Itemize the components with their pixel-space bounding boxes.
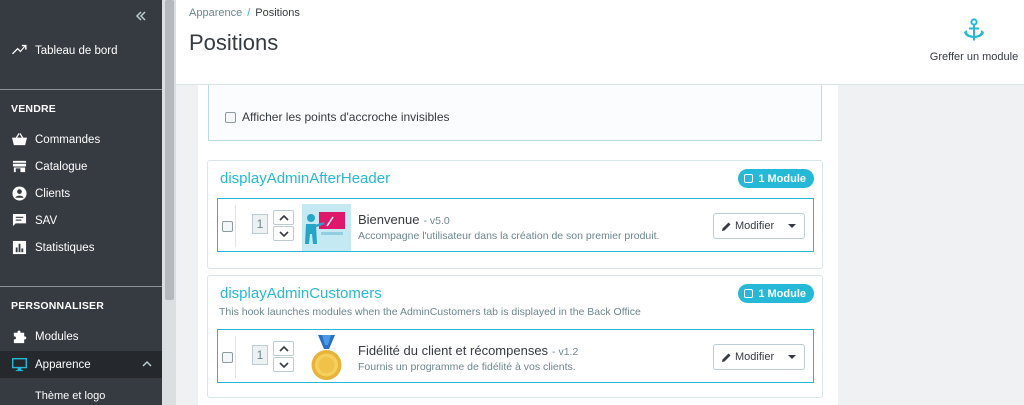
square-icon xyxy=(744,174,754,183)
basket-icon xyxy=(11,132,27,148)
position-number: 1 xyxy=(252,345,268,365)
invisible-hooks-panel: Afficher les points d'accroche invisible… xyxy=(208,85,822,141)
caret-down-icon[interactable] xyxy=(788,224,796,228)
store-icon xyxy=(11,159,27,175)
chevron-down-icon xyxy=(278,230,289,237)
sidebar-item-label: SAV xyxy=(35,214,58,227)
divider xyxy=(235,336,236,378)
user-circle-icon xyxy=(11,186,27,202)
puzzle-icon xyxy=(11,329,27,345)
section-title-customize: PERSONNALISER xyxy=(11,300,105,312)
sidebar: Tableau de bord VENDRE Commandes Catalog… xyxy=(0,0,162,405)
module-select-checkbox[interactable] xyxy=(222,221,233,232)
module-row: 1 Fidélité du client et récompenses - v1.… xyxy=(217,329,814,383)
hook-panel: displayAdminCustomers This hook launches… xyxy=(207,275,823,398)
module-count-badge: 1 Module xyxy=(738,169,814,188)
hook-description: This hook launches modules when the Admi… xyxy=(219,306,641,318)
trending-icon xyxy=(11,43,27,59)
breadcrumb-link[interactable]: Apparence xyxy=(189,7,242,19)
move-down-button[interactable] xyxy=(273,226,294,241)
right-background xyxy=(838,85,1024,405)
chevron-up-icon xyxy=(142,360,152,367)
sidebar-item-label: Statistiques xyxy=(35,241,95,254)
sidebar-subitem-theme[interactable]: Thème et logo xyxy=(35,390,105,402)
page-title: Positions xyxy=(189,30,279,55)
transplant-module-button[interactable]: Greffer un module xyxy=(928,18,1020,63)
module-select-checkbox[interactable] xyxy=(222,352,233,363)
pencil-icon xyxy=(722,353,731,362)
sidebar-item-catalog[interactable]: Catalogue xyxy=(0,153,162,180)
section-title-sell: VENDRE xyxy=(11,103,56,115)
hook-name: displayAdminAfterHeader xyxy=(220,170,391,187)
chevron-up-icon xyxy=(278,214,289,221)
module-version: - v1.2 xyxy=(552,346,579,358)
sidebar-item-label: Commandes xyxy=(35,133,101,146)
anchor-icon xyxy=(964,18,984,41)
divider xyxy=(235,205,236,247)
sidebar-item-modules[interactable]: Modules xyxy=(0,323,162,350)
collapse-sidebar-button[interactable] xyxy=(131,8,151,28)
module-version: - v5.0 xyxy=(423,215,450,227)
move-up-button[interactable] xyxy=(273,341,294,356)
sidebar-item-label: Modules xyxy=(35,330,79,343)
hook-panel: displayAdminAfterHeader 1 Module 1 Bienv… xyxy=(207,160,823,269)
chat-icon xyxy=(11,213,27,229)
breadcrumb-separator: / xyxy=(247,7,251,19)
square-icon xyxy=(744,289,754,298)
breadcrumb: Apparence / Positions xyxy=(189,7,300,19)
divider xyxy=(0,89,162,90)
chevron-up-icon xyxy=(278,345,289,352)
page-header: Apparence / Positions Positions Greffer un… xyxy=(176,0,1024,85)
double-chevron-left-icon xyxy=(135,11,146,21)
divider xyxy=(0,286,162,287)
show-invisible-hooks-checkbox[interactable] xyxy=(225,112,236,123)
sidebar-item-label: Apparence xyxy=(35,358,91,371)
module-name: Fidélité du client et récompenses - v1.2 xyxy=(358,343,579,358)
bar-chart-icon xyxy=(11,240,27,256)
sidebar-item-sav[interactable]: SAV xyxy=(0,207,162,234)
caret-down-icon[interactable] xyxy=(788,355,796,359)
show-invisible-hooks-label[interactable]: Afficher les points d'accroche invisible… xyxy=(242,110,450,124)
transplant-module-label: Greffer un module xyxy=(929,51,1019,63)
monitor-icon xyxy=(11,357,27,373)
sidebar-item-orders[interactable]: Commandes xyxy=(0,126,162,153)
module-count-badge: 1 Module xyxy=(738,284,814,303)
position-number: 1 xyxy=(252,214,268,234)
sidebar-item-customers[interactable]: Clients xyxy=(0,180,162,207)
sidebar-item-label: Catalogue xyxy=(35,160,88,173)
module-description: Fournis un programme de fidélité à vos c… xyxy=(358,361,576,373)
breadcrumb-current: Positions xyxy=(255,7,300,19)
modify-button[interactable]: Modifier xyxy=(713,344,805,370)
module-name: Bienvenue - v5.0 xyxy=(358,212,450,227)
scrollbar-thumb[interactable] xyxy=(165,0,174,300)
sidebar-item-label: Tableau de bord xyxy=(35,44,118,57)
pencil-icon xyxy=(722,222,731,231)
module-description: Accompagne l'utilisateur dans la créatio… xyxy=(358,230,660,242)
modify-button[interactable]: Modifier xyxy=(713,213,805,239)
medal-icon xyxy=(311,335,342,380)
main-content: Afficher les points d'accroche invisible… xyxy=(198,85,838,405)
sidebar-item-appearance[interactable]: Apparence xyxy=(0,351,162,378)
hook-name: displayAdminCustomers xyxy=(220,285,382,302)
sidebar-item-dashboard[interactable]: Tableau de bord xyxy=(0,37,162,64)
move-up-button[interactable] xyxy=(273,210,294,225)
sidebar-item-stats[interactable]: Statistiques xyxy=(0,234,162,261)
sidebar-item-label: Clients xyxy=(35,187,71,200)
welcome-module-logo xyxy=(302,204,351,251)
chevron-down-icon xyxy=(278,361,289,368)
module-row: 1 Bienvenue - v5.0 Accompagne l'utilisate… xyxy=(217,198,814,252)
move-down-button[interactable] xyxy=(273,357,294,372)
